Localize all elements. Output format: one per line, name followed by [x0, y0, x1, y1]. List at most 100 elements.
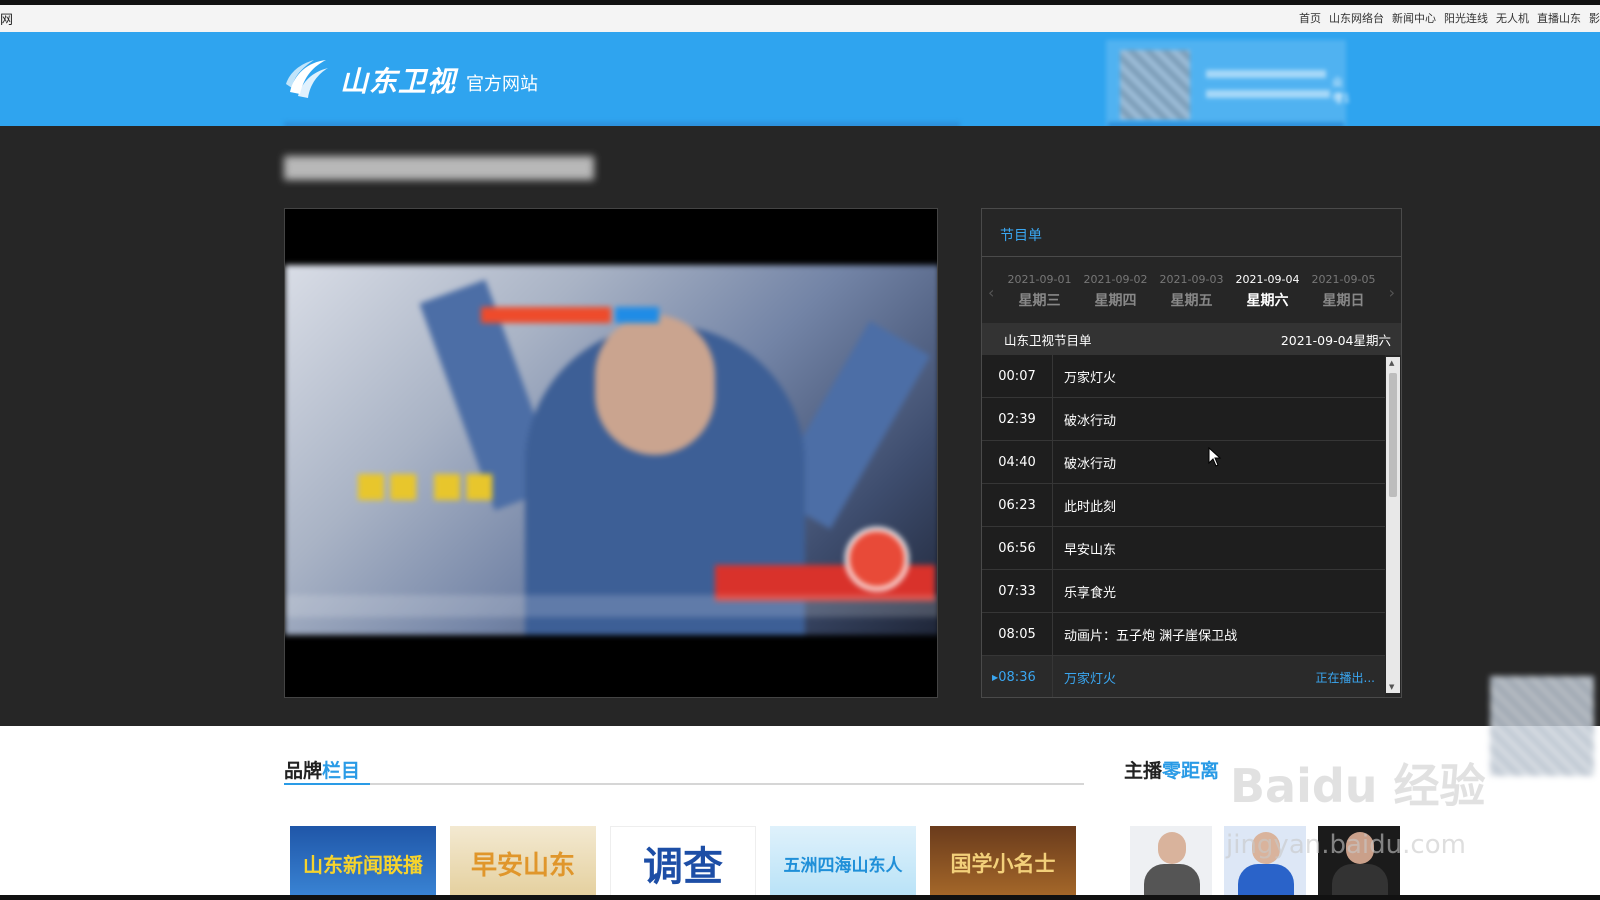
- wechat-qr-promo: 众号 71: [1106, 40, 1350, 126]
- schedule-list-header: 山东卫视节目单 2021-09-04星期六: [982, 323, 1401, 355]
- top-link-home[interactable]: 首页: [1299, 10, 1321, 26]
- scrollbar-thumb[interactable]: [1389, 373, 1397, 497]
- mouse-cursor-icon: [1208, 447, 1222, 467]
- anchor-title-part-a: 主播: [1124, 760, 1163, 782]
- next-day-arrow-icon[interactable]: ›: [1389, 283, 1395, 302]
- day-tab-0[interactable]: 2021-09-01 星期三: [1002, 273, 1078, 323]
- program-row-now-playing[interactable]: ▶ 08:36 万家灯火 正在播出...: [982, 656, 1385, 697]
- day-tab-date: 2021-09-03: [1159, 273, 1224, 286]
- day-tab-2[interactable]: 2021-09-03 星期五: [1154, 273, 1230, 323]
- program-time: 08:05: [982, 613, 1053, 655]
- brand-item-shandong-people[interactable]: 五洲四海山东人: [770, 826, 916, 900]
- brand-program-list: 山东新闻联播 早安山东 调查 五洲四海山东人 国学小名士: [290, 826, 1076, 900]
- program-name: 早安山东: [1064, 542, 1117, 558]
- program-schedule: 节目单 ‹ 2021-09-01 星期三 2021-09-02 星期四 2021…: [981, 208, 1402, 698]
- day-tab-date: 2021-09-05: [1311, 273, 1376, 286]
- video-frame[interactable]: ■■ ■■: [285, 265, 937, 635]
- brand-item-guoxue[interactable]: 国学小名士: [930, 826, 1076, 900]
- day-tab-date: 2021-09-02: [1083, 273, 1148, 286]
- program-time: 06:23: [982, 484, 1053, 526]
- site-name: 网: [0, 13, 14, 28]
- prev-day-arrow-icon[interactable]: ‹: [988, 283, 994, 302]
- brand-title-part-a: 品牌: [284, 760, 323, 782]
- schedule-channel-name: 山东卫视节目单: [1004, 332, 1092, 348]
- anchor-card[interactable]: [1130, 826, 1212, 900]
- anchor-title-part-b: 零距离: [1162, 760, 1220, 782]
- day-tab-weekday: 星期五: [1170, 293, 1213, 309]
- bottom-black-strip: [0, 895, 1600, 900]
- program-row[interactable]: 04:40 破冰行动: [982, 441, 1385, 484]
- program-row[interactable]: 06:56 早安山东: [982, 527, 1385, 570]
- program-name: 乐享食光: [1064, 585, 1117, 601]
- program-row[interactable]: 00:07 万家灯火: [982, 355, 1385, 398]
- video-top-banner-blue: [615, 307, 659, 323]
- program-name: 破冰行动: [1064, 413, 1117, 429]
- scroll-down-icon[interactable]: ▼: [1389, 683, 1394, 691]
- video-top-banner-red: [481, 307, 611, 323]
- top-link-drone[interactable]: 无人机: [1496, 10, 1529, 26]
- now-playing-status: 正在播出...: [1315, 670, 1375, 685]
- top-link-network[interactable]: 山东网络台: [1329, 10, 1384, 26]
- brand-item-morning[interactable]: 早安山东: [450, 826, 596, 900]
- day-tab-weekday: 星期六: [1246, 293, 1289, 309]
- program-time: 07:33: [982, 570, 1053, 612]
- program-row[interactable]: 08:05 动画片：五子炮 渊子崖保卫战: [982, 613, 1385, 656]
- program-name: 此时此刻: [1064, 499, 1117, 515]
- baidu-watermark: Baidu 经验: [1230, 759, 1486, 813]
- brand-section-title: 品牌栏目: [284, 756, 360, 783]
- top-link-more[interactable]: 影: [1589, 10, 1600, 26]
- qr-caption-2: 71: [1336, 92, 1350, 105]
- day-tab-1[interactable]: 2021-09-02 星期四: [1078, 273, 1154, 323]
- video-caption-blur: ■■ ■■: [355, 465, 496, 505]
- day-tab-weekday: 星期三: [1018, 293, 1061, 309]
- program-name: 万家灯火: [1064, 370, 1117, 386]
- program-time: 04:40: [982, 441, 1053, 483]
- qr-text-blur-2: [1206, 90, 1330, 98]
- site-header: 山东卫视 官方网站 众号 71: [0, 32, 1600, 126]
- logo-subtitle: 官方网站: [466, 74, 539, 95]
- program-time: 06:56: [982, 527, 1053, 569]
- brand-section-divider: [284, 783, 1084, 785]
- brand-item-label: 五洲四海山东人: [783, 855, 903, 876]
- video-logo-badge: [845, 527, 909, 591]
- day-tab-3-active[interactable]: 2021-09-04 星期六: [1230, 273, 1306, 323]
- logo-swirl-icon: [286, 60, 328, 98]
- page-title: [284, 156, 594, 180]
- qr-code-icon: [1120, 50, 1190, 120]
- floating-qr-code[interactable]: [1490, 676, 1594, 776]
- program-list[interactable]: 00:07 万家灯火 02:39 破冰行动 04:40 破冰行动 06:23 此…: [982, 355, 1401, 697]
- top-link-bar: 网 首页 山东网络台 新闻中心 阳光连线 无人机 直播山东 影: [0, 5, 1600, 32]
- day-tab-date: 2021-09-04: [1235, 273, 1300, 286]
- brand-item-news[interactable]: 山东新闻联播: [290, 826, 436, 900]
- now-playing-arrow-icon: ▶: [992, 672, 999, 682]
- brand-item-label: 调查: [643, 844, 723, 890]
- program-name: 动画片：五子炮 渊子崖保卫战: [1064, 628, 1238, 644]
- top-link-sunshine[interactable]: 阳光连线: [1444, 10, 1488, 26]
- program-name: 万家灯火: [1064, 671, 1117, 687]
- schedule-title: 节目单: [982, 209, 1401, 257]
- day-tab-weekday: 星期日: [1322, 293, 1365, 309]
- program-time: 00:07: [982, 355, 1053, 397]
- qr-text-blur-1: [1206, 70, 1326, 78]
- site-logo[interactable]: 山东卫视 官方网站: [284, 54, 538, 100]
- top-link-live[interactable]: 直播山东: [1537, 10, 1581, 26]
- brand-item-investigation[interactable]: 调查: [610, 826, 756, 900]
- scroll-up-icon[interactable]: ▲: [1389, 359, 1394, 367]
- anchor-section-title: 主播零距离: [1124, 756, 1219, 783]
- video-face: [595, 315, 715, 455]
- schedule-list-date: 2021-09-04星期六: [1280, 332, 1391, 348]
- brand-divider-accent: [284, 783, 370, 785]
- brand-item-label: 山东新闻联播: [303, 852, 423, 877]
- program-row[interactable]: 06:23 此时此刻: [982, 484, 1385, 527]
- anchor-head: [1158, 832, 1186, 864]
- brand-item-label: 早安山东: [470, 850, 575, 881]
- top-link-news[interactable]: 新闻中心: [1392, 10, 1436, 26]
- top-nav-links: 首页 山东网络台 新闻中心 阳光连线 无人机 直播山东 影: [1299, 10, 1600, 26]
- brand-title-part-b: 栏目: [322, 760, 361, 782]
- video-player[interactable]: ■■ ■■: [284, 208, 938, 698]
- program-row[interactable]: 07:33 乐享食光: [982, 570, 1385, 613]
- schedule-scrollbar[interactable]: ▲ ▼: [1386, 357, 1400, 693]
- day-tab-4[interactable]: 2021-09-05 星期日: [1306, 273, 1382, 323]
- program-row[interactable]: 02:39 破冰行动: [982, 398, 1385, 441]
- program-time: 02:39: [982, 398, 1053, 440]
